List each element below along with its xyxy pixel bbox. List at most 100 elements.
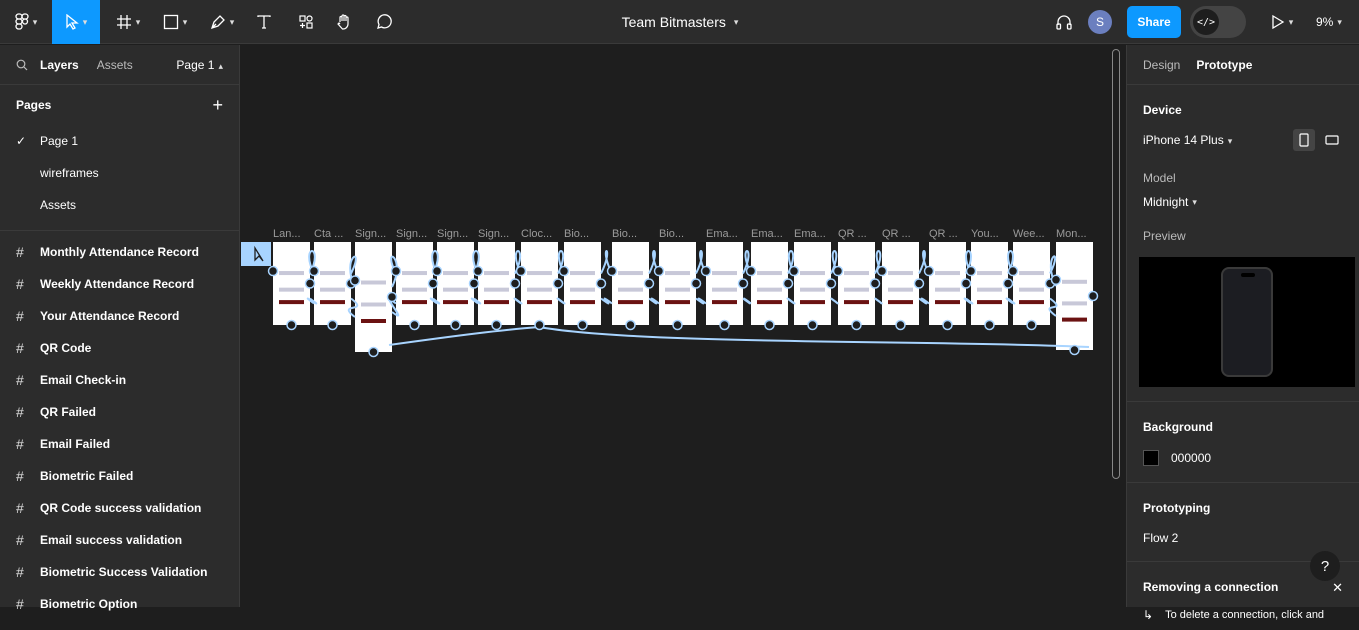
screen-frame[interactable] (1056, 242, 1093, 350)
page-selector[interactable]: Page 1 ▴ (176, 58, 223, 72)
connection-handle[interactable] (672, 319, 683, 331)
connection-handle[interactable] (1002, 278, 1014, 289)
connection-handle[interactable] (825, 278, 837, 289)
zoom-menu[interactable]: 9% ▾ (1316, 0, 1342, 44)
connection-handle[interactable] (1069, 344, 1080, 356)
screen-frame[interactable] (794, 242, 831, 325)
screen-frame[interactable] (273, 242, 310, 325)
connection-handle[interactable] (764, 319, 775, 331)
layer-item[interactable]: # Email Check-in (0, 364, 239, 396)
connection-handle[interactable] (625, 319, 636, 331)
layer-item[interactable]: # Biometric Success Validation (0, 556, 239, 588)
frame-label[interactable]: Ema... (751, 228, 783, 240)
connection-handle[interactable] (534, 319, 545, 331)
connection-handle[interactable] (427, 278, 439, 289)
frame-label[interactable]: You... (971, 228, 999, 240)
connection-handle[interactable] (876, 265, 888, 277)
screen-frame[interactable] (314, 242, 351, 325)
connection-line[interactable] (388, 326, 540, 346)
connection-handle[interactable] (1050, 274, 1062, 286)
screen-frame[interactable] (751, 242, 788, 325)
flow-start-marker[interactable] (241, 242, 271, 266)
layer-item[interactable]: # QR Code (0, 332, 239, 364)
frame-label[interactable]: Sign... (437, 228, 468, 240)
background-row[interactable]: 000000 (1127, 442, 1359, 482)
connection-handle[interactable] (1007, 265, 1019, 277)
connection-line[interactable] (695, 297, 707, 305)
connection-line[interactable] (874, 297, 883, 305)
frame-label[interactable]: Wee... (1013, 228, 1045, 240)
connection-handle[interactable] (491, 319, 502, 331)
connection-line[interactable] (1048, 297, 1058, 317)
landscape-icon[interactable] (1321, 129, 1343, 151)
frame-label[interactable]: Sign... (355, 228, 386, 240)
screen-frame[interactable] (929, 242, 966, 325)
connection-handle[interactable] (788, 265, 800, 277)
connection-handle[interactable] (390, 265, 402, 277)
connection-handle[interactable] (807, 319, 818, 331)
frame-label[interactable]: Ema... (706, 228, 738, 240)
page-item-assets[interactable]: Assets (0, 189, 239, 221)
layer-item[interactable]: # Biometric Failed (0, 460, 239, 492)
screen-frame[interactable] (706, 242, 743, 325)
screen-frame[interactable] (838, 242, 875, 325)
connection-handle[interactable] (700, 265, 712, 277)
tab-design[interactable]: Design (1143, 58, 1180, 72)
main-menu-button[interactable]: ▾ (8, 0, 44, 44)
connection-handle[interactable] (304, 278, 316, 289)
comment-tool-button[interactable] (370, 0, 398, 44)
frame-label[interactable]: Cloc... (521, 228, 552, 240)
layer-item[interactable]: # Email success validation (0, 524, 239, 556)
page-item-page-1[interactable]: ✓ Page 1 (0, 125, 239, 157)
resources-button[interactable] (292, 0, 320, 44)
connection-handle[interactable] (923, 265, 935, 277)
connection-handle[interactable] (472, 265, 484, 277)
device-select[interactable]: iPhone 14 Plus ▾ (1143, 133, 1232, 147)
frame-label[interactable]: Sign... (396, 228, 427, 240)
connection-handle[interactable] (942, 319, 953, 331)
screen-frame[interactable] (612, 242, 649, 325)
screen-frame[interactable] (971, 242, 1008, 325)
connection-handle[interactable] (515, 265, 527, 277)
connection-handle[interactable] (851, 319, 862, 331)
portrait-icon[interactable] (1293, 129, 1315, 151)
connection-handle[interactable] (308, 265, 320, 277)
screen-frame[interactable] (396, 242, 433, 325)
frame-label[interactable]: Bio... (612, 228, 637, 240)
connection-handle[interactable] (984, 319, 995, 331)
layer-item[interactable]: # Weekly Attendance Record (0, 268, 239, 300)
screen-frame[interactable] (521, 242, 558, 325)
close-icon[interactable]: ✕ (1332, 580, 1343, 596)
connection-handle[interactable] (468, 278, 480, 289)
screen-frame[interactable] (564, 242, 601, 325)
present-button[interactable]: ▾ (1264, 0, 1300, 44)
page-item-wireframes[interactable]: wireframes (0, 157, 239, 189)
connection-handle[interactable] (1087, 290, 1099, 302)
frame-label[interactable]: Lan... (273, 228, 301, 240)
canvas-scrollbar[interactable] (1112, 49, 1120, 479)
connection-handle[interactable] (327, 319, 338, 331)
connection-handle[interactable] (643, 278, 655, 289)
connection-handle[interactable] (286, 319, 297, 331)
connection-handle[interactable] (737, 278, 749, 289)
connection-handle[interactable] (832, 265, 844, 277)
frame-tool-button[interactable]: ▾ (108, 0, 148, 44)
connection-handle[interactable] (690, 278, 702, 289)
connection-handle[interactable] (782, 278, 794, 289)
layer-item[interactable]: # Monthly Attendance Record (0, 236, 239, 268)
connection-handle[interactable] (349, 275, 361, 286)
layer-item[interactable]: # Email Failed (0, 428, 239, 460)
frame-label[interactable]: Mon... (1056, 228, 1087, 240)
connection-handle[interactable] (431, 265, 443, 277)
connection-line[interactable] (918, 297, 930, 305)
share-button[interactable]: Share (1127, 6, 1181, 38)
pen-tool-button[interactable]: ▾ (202, 0, 242, 44)
connection-handle[interactable] (450, 319, 461, 331)
background-value[interactable]: 000000 (1171, 451, 1211, 465)
help-button[interactable]: ? (1310, 551, 1340, 581)
connection-handle[interactable] (368, 346, 379, 358)
dev-mode-toggle[interactable]: </> (1190, 6, 1246, 38)
frame-label[interactable]: QR ... (929, 228, 958, 240)
add-page-icon[interactable]: + (212, 95, 223, 116)
frame-label[interactable]: QR ... (882, 228, 911, 240)
